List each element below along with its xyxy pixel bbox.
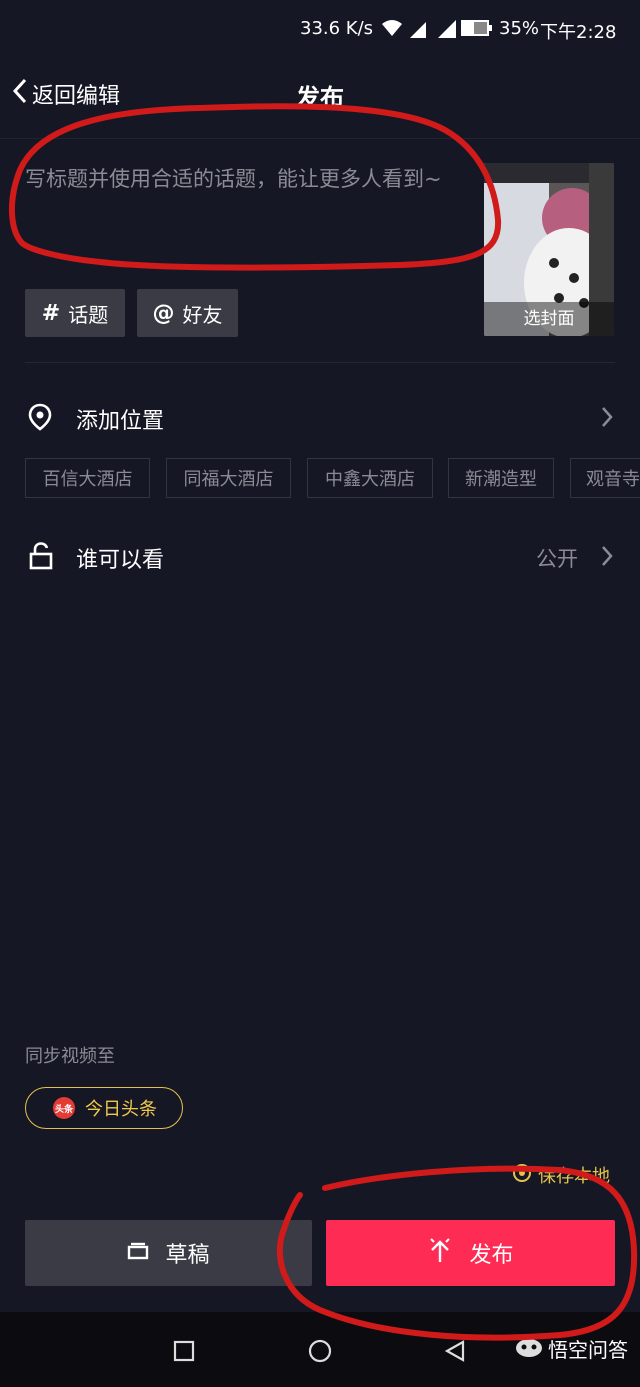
friends-label: 好友 [182,302,223,327]
toutiao-logo: 头条 [53,1097,75,1119]
unlock-icon [29,542,53,574]
wukong-logo-icon [514,1334,544,1363]
save-local-label: 保存本地 [538,1166,610,1187]
add-location-label: 添加位置 [76,409,165,434]
location-pin-icon [28,403,52,435]
divider [25,362,615,363]
location-suggestion[interactable]: 中鑫大酒店 [307,458,433,498]
draft-button[interactable]: 草稿 [25,1220,312,1286]
network-speed: 33.6 K/s [300,18,374,39]
publish-arrow-icon [427,1236,453,1270]
caption-input[interactable]: 写标题并使用合适的话题，能让更多人看到~ [25,164,475,194]
back-chevron-icon [12,78,28,110]
visibility-value: 公开 [536,547,578,571]
back-label: 返回编辑 [32,84,121,109]
add-location-row[interactable]: 添加位置 [0,385,640,447]
location-suggestion[interactable]: 新潮造型 [448,458,554,498]
signal-icon [380,18,460,44]
draft-icon [127,1241,149,1266]
save-local-toggle[interactable]: 保存本地 [512,1162,610,1188]
header-divider [0,138,640,139]
select-cover-label: 选封面 [484,302,614,336]
check-circle-icon [512,1163,532,1188]
clock: 下午2:28 [540,22,617,43]
location-suggestion[interactable]: 观音寺 [570,458,640,498]
toutiao-label: 今日头条 [85,1099,157,1120]
status-bar: 33.6 K/s 35% 下午2:28 [0,0,640,58]
draft-label: 草稿 [165,1243,210,1268]
chevron-right-icon [600,405,614,433]
publish-button[interactable]: 发布 [326,1220,615,1286]
topic-label: 话题 [68,302,109,327]
mention-friend-button[interactable]: @ 好友 [137,289,238,337]
battery-icon [460,18,494,42]
at-icon: @ [152,300,175,326]
visibility-row[interactable]: 谁可以看 公开 [0,524,640,586]
visibility-label: 谁可以看 [76,548,165,573]
nav-square-icon[interactable] [173,1340,195,1366]
watermark-text: 悟空问答 [548,1338,628,1362]
battery-percent: 35% [499,18,540,39]
publish-label: 发布 [469,1243,514,1268]
watermark: 悟空问答 [514,1334,628,1363]
sync-label: 同步视频至 [25,1046,115,1067]
cover-thumbnail[interactable]: 选封面 [484,163,614,336]
hash-icon: # [41,300,61,326]
location-suggestion[interactable]: 同福大酒店 [166,458,291,498]
nav-circle-icon[interactable] [308,1339,332,1367]
sync-toutiao-toggle[interactable]: 头条 今日头条 [25,1087,183,1129]
page-title: 发布 [296,84,344,112]
location-suggestion[interactable]: 百信大酒店 [25,458,150,498]
chevron-right-icon [600,544,614,572]
back-button[interactable]: 返回编辑 [12,78,120,110]
topic-button[interactable]: # 话题 [25,289,125,337]
nav-triangle-icon[interactable] [443,1339,467,1367]
